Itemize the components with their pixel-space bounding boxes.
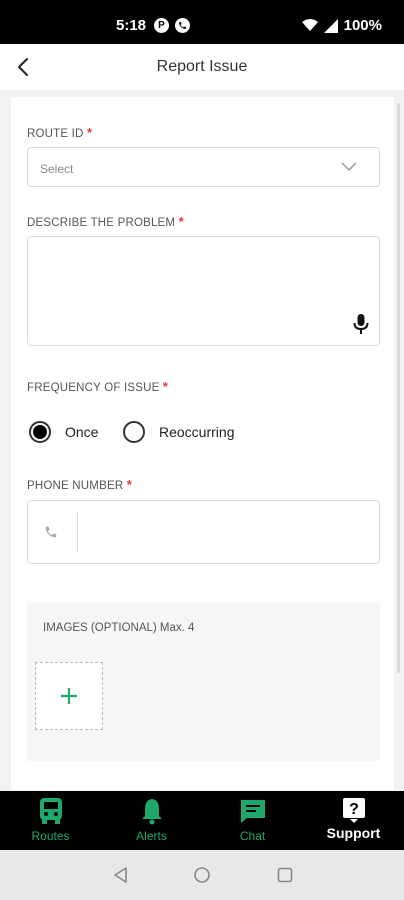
system-recents-icon[interactable] [276, 866, 294, 884]
images-section: IMAGES (OPTIONAL) Max. 4 [27, 603, 380, 761]
system-back-icon[interactable] [112, 866, 130, 884]
system-navigation-bar [0, 850, 404, 900]
status-indicators: 100% [301, 17, 382, 34]
phone-app-icon [175, 18, 190, 33]
required-mark: * [86, 125, 93, 140]
svg-text:?: ? [349, 801, 359, 818]
status-time: 5:18 [116, 17, 147, 34]
route-id-placeholder: Select [40, 162, 74, 176]
nav-support[interactable]: ? Support [303, 791, 404, 850]
nav-chat-label: Chat [239, 829, 266, 843]
signal-icon [323, 18, 338, 33]
add-image-button[interactable] [35, 662, 103, 730]
report-issue-form: ROUTE ID * Select DESCRIBE THE PROBLEM *… [11, 97, 394, 790]
route-id-select[interactable]: Select [27, 147, 380, 187]
status-bar: 5:18 P 100% [0, 0, 404, 44]
required-mark: * [126, 477, 132, 492]
phone-label: PHONE NUMBER * [27, 477, 132, 492]
nav-routes-label: Routes [31, 829, 70, 843]
images-label: IMAGES (OPTIONAL) Max. 4 [43, 622, 195, 634]
chevron-down-icon [341, 162, 357, 172]
system-home-icon[interactable] [193, 866, 211, 884]
chat-icon [240, 800, 265, 823]
required-mark: * [162, 379, 169, 394]
nav-support-label: Support [326, 825, 381, 841]
nav-alerts[interactable]: Alerts [101, 791, 202, 850]
app-header: Report Issue [0, 44, 404, 90]
radio-selected-dot [33, 425, 47, 439]
frequency-label: FREQUENCY OF ISSUE * [27, 379, 169, 394]
nav-alerts-label: Alerts [136, 829, 167, 843]
required-mark: * [178, 214, 184, 229]
scrollbar[interactable] [397, 103, 400, 673]
help-icon: ? [342, 798, 365, 823]
microphone-icon[interactable] [353, 313, 369, 335]
parking-app-icon: P [154, 18, 169, 33]
plus-icon [61, 688, 77, 704]
battery-level: 100% [343, 17, 382, 34]
problem-textarea[interactable] [27, 236, 380, 346]
bus-icon [39, 798, 62, 824]
radio-reoccurring-label: Reoccurring [159, 424, 235, 440]
radio-once-circle[interactable] [29, 421, 51, 443]
phone-divider [77, 511, 78, 553]
page-title: Report Issue [156, 58, 248, 75]
phone-icon [45, 526, 57, 538]
nav-chat[interactable]: Chat [202, 791, 303, 850]
radio-once[interactable]: Once [29, 419, 98, 445]
problem-label: DESCRIBE THE PROBLEM * [27, 214, 184, 229]
route-id-label: ROUTE ID * [27, 125, 93, 140]
bottom-nav: Routes Alerts Chat ? Support [0, 791, 404, 850]
phone-number-field[interactable] [27, 500, 380, 564]
radio-reoccurring-circle[interactable] [123, 421, 145, 443]
bell-icon [141, 799, 162, 825]
wifi-icon [301, 19, 318, 31]
radio-once-label: Once [65, 424, 99, 440]
nav-routes[interactable]: Routes [0, 791, 101, 850]
radio-reoccurring[interactable]: Reoccurring [123, 419, 234, 445]
